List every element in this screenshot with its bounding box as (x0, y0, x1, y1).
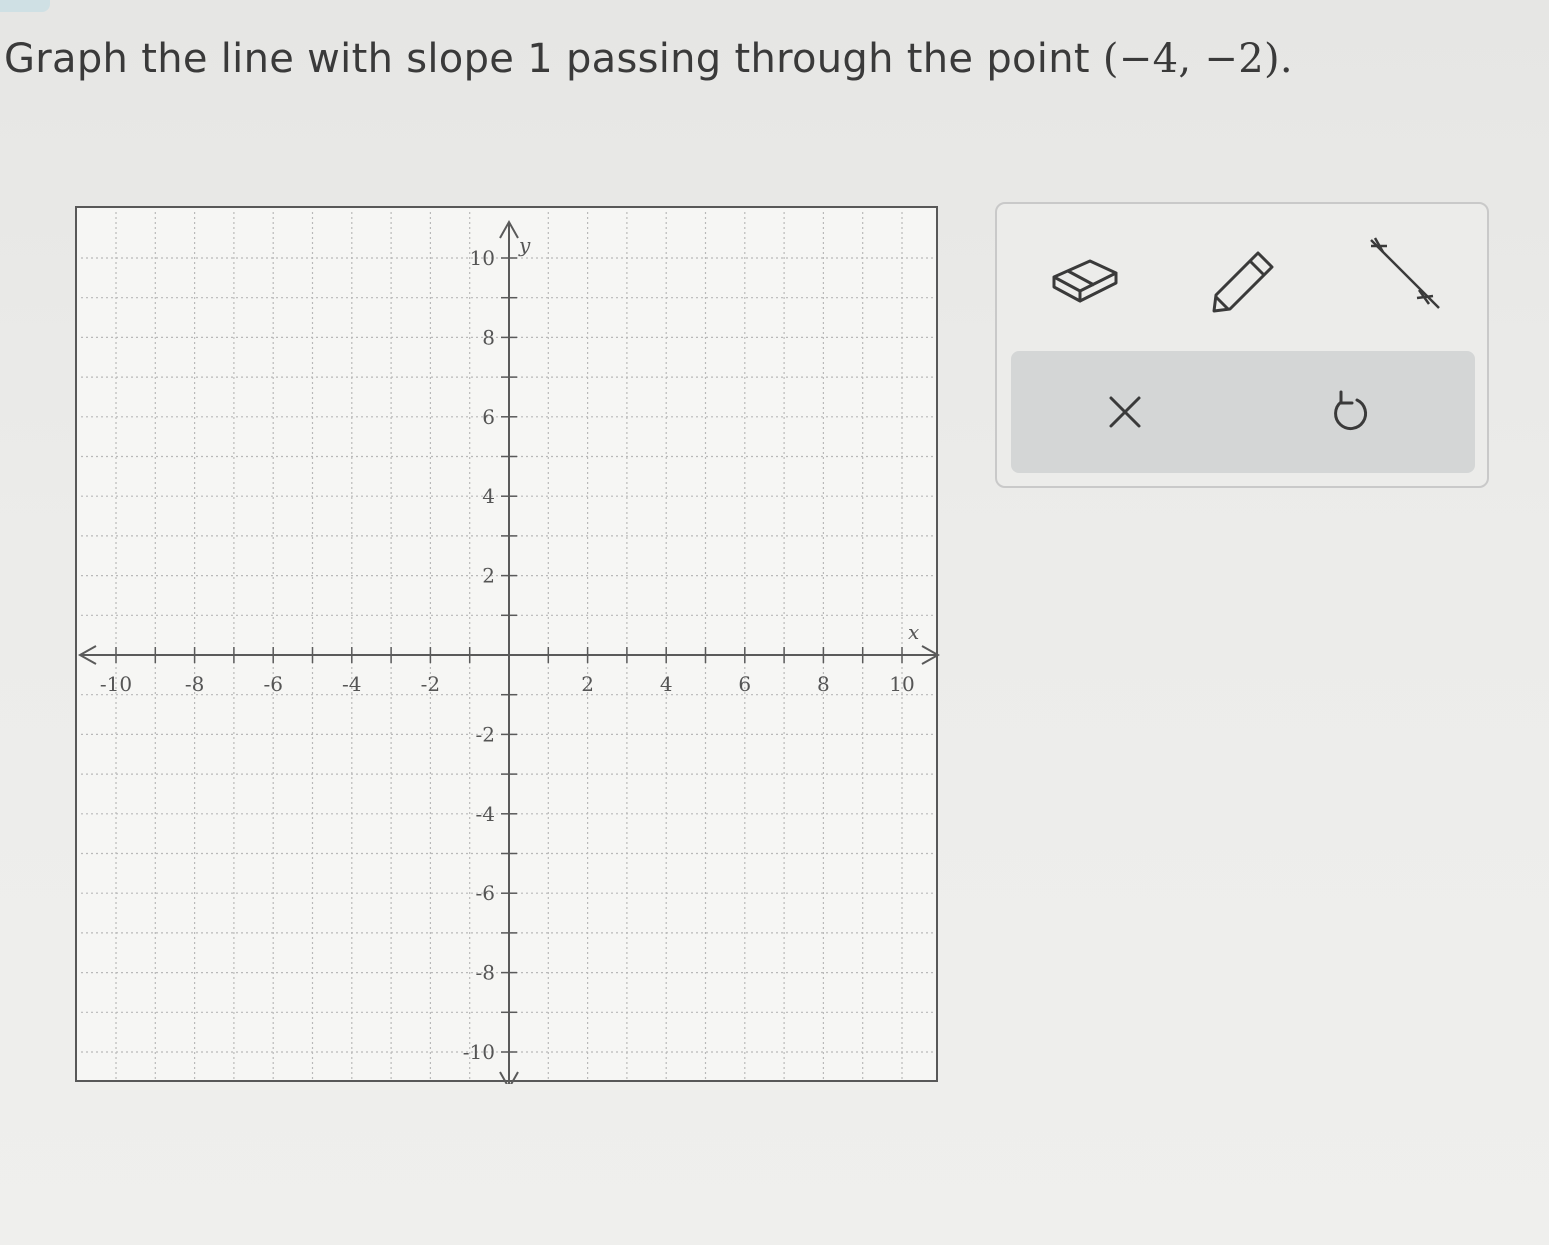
drawing-toolbar (995, 202, 1489, 488)
action-bar (1011, 351, 1475, 473)
x-tick-label: -10 (100, 672, 132, 696)
pencil-icon (1212, 251, 1274, 313)
line-tool-button[interactable] (1357, 232, 1447, 322)
x-tick-label: -8 (185, 672, 204, 696)
y-tick-label: 8 (482, 325, 495, 349)
x-tick-label: 10 (889, 672, 914, 696)
x-tick-label: 2 (581, 672, 594, 696)
coordinate-plane[interactable]: -10 -8 -6 -4 -2 2 4 6 8 10 10 8 6 4 2 -2 -4 -6 -8 -10 x y (77, 208, 940, 1084)
y-tick-label: -2 (476, 722, 495, 746)
x-tick-label: -6 (263, 672, 282, 696)
prompt-point: (−4, −2). (1102, 36, 1293, 82)
line-tool-icon (1370, 237, 1440, 309)
corner-tab (0, 0, 50, 12)
x-axis-label: x (908, 620, 919, 644)
x-tick-label: 8 (817, 672, 830, 696)
x-tick-label: 6 (738, 672, 751, 696)
y-tick-label: 10 (470, 246, 495, 270)
pencil-tool-button[interactable] (1197, 232, 1287, 322)
x-tick-label: -4 (342, 672, 361, 696)
y-tick-label: -10 (463, 1040, 495, 1064)
eraser-tool-button[interactable] (1037, 232, 1127, 322)
eraser-icon (1052, 259, 1118, 303)
prompt-text: Graph the line with slope 1 passing thro… (4, 36, 1103, 82)
clear-button[interactable] (1025, 351, 1225, 473)
y-tick-label: 4 (482, 484, 495, 508)
question-prompt: Graph the line with slope 1 passing thro… (4, 36, 1293, 82)
close-icon (1109, 396, 1141, 428)
y-tick-label: -4 (476, 802, 495, 826)
x-tick-label: -2 (421, 672, 440, 696)
y-tick-label: -6 (476, 881, 495, 905)
graph-canvas[interactable]: -10 -8 -6 -4 -2 2 4 6 8 10 10 8 6 4 2 -2 -4 -6 -8 -10 x y (75, 206, 940, 1084)
y-tick-label: -8 (476, 961, 495, 985)
x-tick-label: 4 (660, 672, 673, 696)
y-tick-label: 6 (482, 405, 495, 429)
y-axis-label: y (518, 233, 531, 257)
y-tick-label: 2 (482, 564, 495, 588)
undo-button[interactable] (1249, 351, 1449, 473)
undo-icon (1334, 390, 1368, 430)
